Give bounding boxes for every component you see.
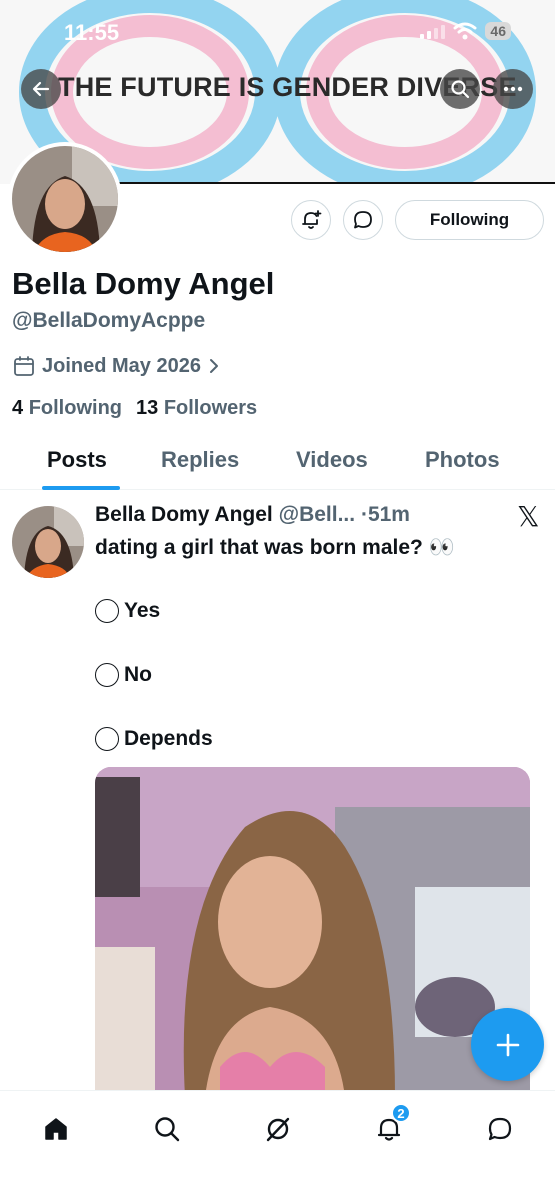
message-button[interactable] (343, 200, 383, 240)
post-author-handle[interactable]: @Bell... (279, 503, 356, 526)
more-icon (503, 86, 523, 92)
chat-bubble-icon (354, 211, 372, 229)
poll-option-label: Depends (124, 727, 213, 750)
back-button[interactable] (21, 69, 61, 109)
followers-stat[interactable]: 13 Followers (136, 397, 257, 420)
profile-search-button[interactable] (440, 69, 480, 109)
post-time: 51m (367, 503, 410, 526)
bell-plus-icon (302, 210, 322, 229)
joined-text: Joined May 2026 (42, 354, 201, 377)
profile-handle: @BellaDomyAcppe (12, 309, 206, 332)
banner-divider (118, 182, 555, 184)
poll-option-label: Yes (124, 599, 161, 622)
x-logo-icon: 𝕏 (517, 501, 540, 532)
status-bar: 11:55 46 (0, 0, 555, 64)
grok-icon (266, 1117, 290, 1142)
signal-icon (420, 25, 446, 39)
followers-count: 13 (136, 397, 159, 419)
arrow-left-icon (32, 81, 50, 97)
post-image[interactable] (95, 767, 530, 1097)
nav-home[interactable] (36, 1109, 76, 1149)
poll-option-label: No (124, 663, 152, 686)
bottom-navigation: 2 (0, 1090, 555, 1200)
radio-icon (95, 599, 119, 623)
tab-videos[interactable]: Videos (296, 447, 368, 473)
status-icons: 46 (419, 22, 511, 40)
nav-messages[interactable] (480, 1109, 520, 1149)
plus-icon (496, 1033, 519, 1056)
more-options-button[interactable] (493, 69, 533, 109)
post-text: dating a girl that was born male? 👀 (95, 536, 455, 559)
radio-icon (95, 663, 119, 687)
chevron-right-icon (209, 359, 218, 373)
active-tab-indicator (42, 486, 120, 490)
following-count: 4 (12, 397, 24, 419)
profile-tabs: Posts Replies Videos Photos (0, 440, 555, 490)
post-header: Bella Domy Angel @Bell... ·51m (95, 503, 410, 527)
home-icon (45, 1118, 67, 1140)
nav-notifications[interactable]: 2 (369, 1103, 411, 1149)
notify-button[interactable] (291, 200, 331, 240)
messages-icon (488, 1117, 512, 1141)
poll-option-no[interactable]: No (95, 663, 152, 687)
nav-grok[interactable] (258, 1109, 298, 1149)
nav-search[interactable] (147, 1109, 187, 1149)
avatar-image (12, 146, 118, 252)
poll-option-depends[interactable]: Depends (95, 727, 213, 751)
search-icon (451, 80, 470, 99)
post-author-name[interactable]: Bella Domy Angel (95, 503, 273, 526)
post-author-avatar[interactable] (12, 506, 84, 578)
tab-photos[interactable]: Photos (425, 447, 500, 473)
search-icon (155, 1117, 180, 1142)
joined-date[interactable]: Joined May 2026 (12, 354, 221, 378)
post-separator: · (360, 503, 368, 526)
radio-icon (95, 727, 119, 751)
tab-replies[interactable]: Replies (161, 447, 239, 473)
tab-posts[interactable]: Posts (47, 447, 107, 473)
following-stat[interactable]: 4 Following (12, 397, 122, 420)
compose-button[interactable] (471, 1008, 544, 1081)
calendar-icon (14, 356, 34, 376)
poll-option-yes[interactable]: Yes (95, 599, 160, 623)
wifi-icon (453, 22, 477, 40)
following-button[interactable]: Following (395, 200, 544, 240)
profile-avatar[interactable] (8, 142, 122, 256)
profile-display-name: Bella Domy Angel (12, 266, 275, 301)
battery-indicator: 46 (485, 22, 511, 40)
followers-label: Followers (163, 397, 258, 419)
notification-badge: 2 (391, 1103, 411, 1123)
follow-stats: 4 Following 13 Followers (12, 397, 257, 420)
status-time: 11:55 (64, 20, 120, 45)
following-label: Following (28, 397, 122, 419)
